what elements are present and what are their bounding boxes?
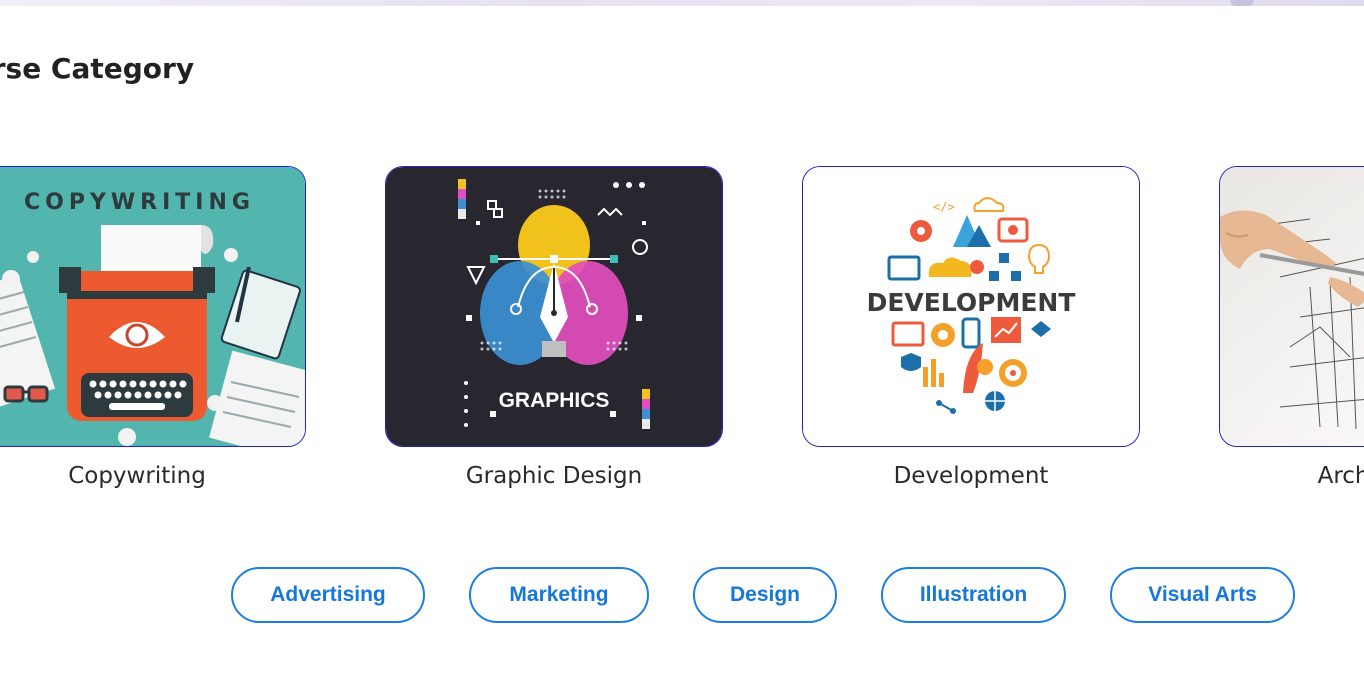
category-label[interactable]: Graphic Design: [385, 463, 723, 489]
svg-text:GRAPHICS: GRAPHICS: [499, 389, 610, 412]
svg-text:COPYWRITING: COPYWRITING: [24, 190, 255, 215]
copywriting-image[interactable]: COPYWRITING: [0, 166, 306, 447]
category-card-development[interactable]: </> DEVELOPMENT Development: [802, 166, 1140, 489]
tag-marketing[interactable]: Marketing: [469, 567, 649, 623]
tag-advertising[interactable]: Advertising: [231, 567, 425, 623]
category-label[interactable]: Development: [802, 463, 1140, 489]
tag-design[interactable]: Design: [693, 567, 837, 623]
category-label[interactable]: Architecture: [1219, 463, 1364, 489]
category-label[interactable]: Copywriting: [0, 463, 306, 489]
svg-text:DEVELOPMENT: DEVELOPMENT: [867, 288, 1076, 317]
svg-text:</>: </>: [933, 200, 955, 214]
category-card-architecture[interactable]: Architecture: [1219, 166, 1364, 489]
architecture-illustration: [1220, 167, 1364, 446]
category-card-copywriting[interactable]: COPYWRITING Copywriting: [0, 166, 306, 489]
tag-illustration[interactable]: Illustration: [881, 567, 1066, 623]
graphics-illustration: GRAPHICS: [386, 167, 722, 446]
development-illustration: </> DEVELOPMENT: [803, 167, 1139, 446]
architecture-image[interactable]: [1219, 166, 1364, 447]
graphic-design-image[interactable]: GRAPHICS: [385, 166, 723, 447]
tag-visual-arts[interactable]: Visual Arts: [1110, 567, 1295, 623]
development-image[interactable]: </> DEVELOPMENT: [802, 166, 1140, 447]
category-card-graphic-design[interactable]: GRAPHICS Graphic Design: [385, 166, 723, 489]
copywriting-illustration: COPYWRITING: [0, 167, 305, 446]
tag-list: Advertising Marketing Design Illustratio…: [0, 567, 1364, 627]
